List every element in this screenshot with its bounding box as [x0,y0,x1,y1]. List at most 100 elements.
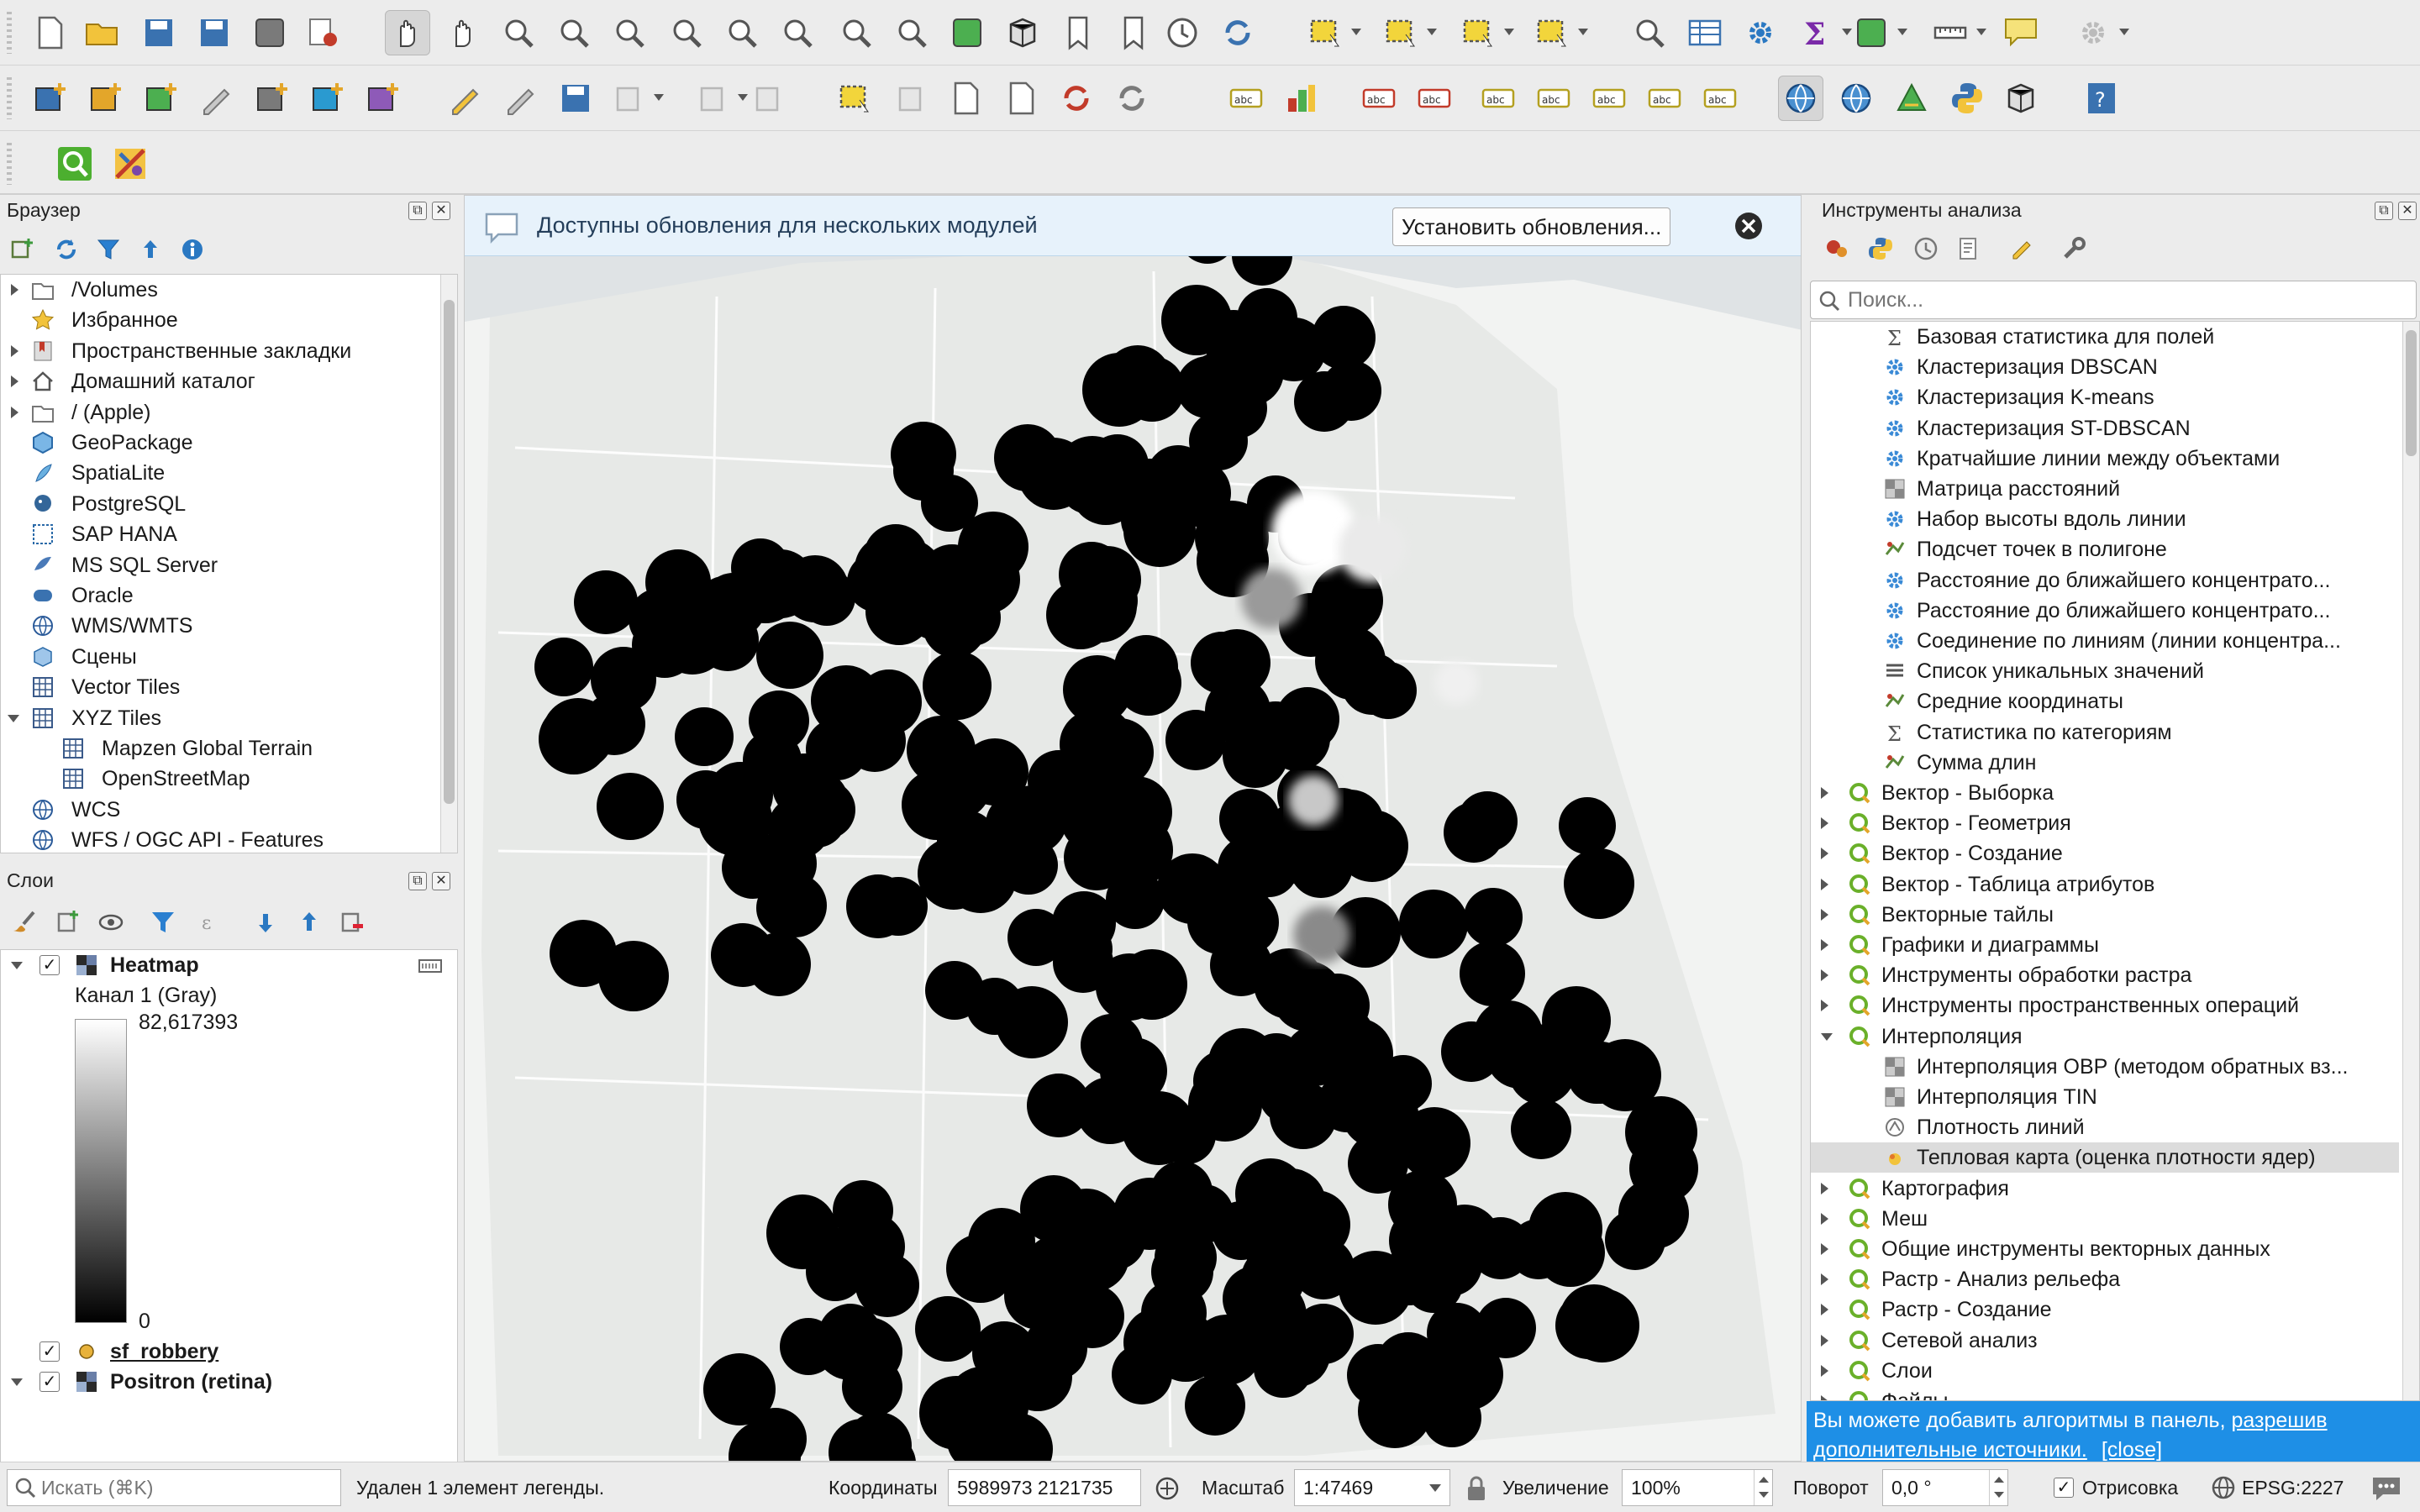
close-icon[interactable] [1733,211,1764,241]
processing-group[interactable]: Вектор - Создание [1811,838,2399,869]
info-close-link[interactable]: [close] [2102,1438,2162,1462]
chevron-down-icon[interactable] [1351,29,1361,35]
3d-icon[interactable] [1998,76,2044,121]
toolbar-grip[interactable] [7,12,12,54]
terrain-icon[interactable] [1889,76,1934,121]
edit-pencil-icon[interactable] [442,76,487,121]
chevron-right-icon[interactable] [1821,1212,1828,1225]
browser-item[interactable]: Vector Tiles [1,672,438,702]
browser-item[interactable]: SpatiaLite [1,458,438,488]
chevron-right-icon[interactable] [1821,1364,1828,1377]
save-edits-icon[interactable] [553,76,598,121]
crs-globe-icon[interactable] [2210,1474,2237,1501]
processing-algorithm[interactable]: Тепловая карта (оценка плотности ядер) [1811,1142,2399,1173]
annotation-icon[interactable] [1998,10,2044,55]
browser-tree[interactable]: /Volumes Избранное Пространственные заклад… [0,274,458,853]
toggle-edit-icon[interactable] [497,76,543,121]
processing-algorithm[interactable]: Расстояние до ближайшего концентрато... [1811,596,2399,626]
chevron-right-icon[interactable] [11,284,18,296]
processing-algorithm[interactable]: Σ Базовая статистика для полей [1811,322,2399,352]
layer-row-sf-robbery[interactable]: ✓ sf_robbery [1,1336,457,1367]
vertex-tool-icon[interactable] [689,76,734,121]
scroll-thumb[interactable] [444,300,455,804]
processing-group[interactable]: Сетевой анализ [1811,1326,2399,1356]
browser-item[interactable]: WMS/WMTS [1,611,438,641]
layer-row-positron[interactable]: ✓ Positron (retina) [1,1367,457,1397]
processing-group[interactable]: Графики и диаграммы [1811,930,2399,960]
pan-to-selection-icon[interactable] [440,10,486,55]
label-toolbar-icon[interactable]: abc [1697,76,1743,121]
models-icon[interactable] [1823,235,1850,262]
messages-icon[interactable] [2370,1474,2403,1503]
manage-visibility-icon[interactable] [97,909,124,936]
processing-algorithm[interactable]: Соединение по линиям (линии концентра... [1811,626,2399,656]
processing-algorithm[interactable]: Интерполяция TIN [1811,1082,2399,1112]
save-as-icon[interactable] [192,10,237,55]
processing-group[interactable]: Инструменты пространственных операций [1811,990,2399,1021]
chevron-right-icon[interactable] [1821,1395,1828,1400]
processing-group[interactable]: Растр - Анализ рельефа [1811,1264,2399,1294]
add-raster-icon[interactable] [82,76,128,121]
chevron-right-icon[interactable] [1821,817,1828,830]
chevron-down-icon[interactable] [654,94,664,101]
pan-icon[interactable] [385,10,430,55]
help-icon[interactable]: ? [2079,76,2124,121]
chevron-right-icon[interactable] [1821,1334,1828,1347]
cut-icon[interactable] [887,76,933,121]
python-scripts-icon[interactable] [1867,235,1894,262]
project-properties-icon[interactable] [247,10,292,55]
processing-group[interactable]: Векторные тайлы [1811,900,2399,930]
chevron-down-icon[interactable] [1897,29,1907,35]
label-abc-icon[interactable]: abc [1223,76,1269,121]
chevron-right-icon[interactable] [1821,939,1828,951]
save-project-icon[interactable] [136,10,182,55]
chevron-down-icon[interactable] [1821,1032,1833,1041]
chevron-right-icon[interactable] [1821,848,1828,860]
new-bookmark-icon[interactable] [1055,10,1101,55]
field-calculator-icon[interactable] [1849,10,1894,55]
scroll-thumb[interactable] [2406,330,2417,456]
chevron-down-icon[interactable] [1976,29,1986,35]
processing-algorithm[interactable]: Средние координаты [1811,686,2399,717]
select-features-icon[interactable] [1302,10,1348,55]
install-updates-button[interactable]: Установить обновления... [1392,207,1671,246]
modify-attributes-icon[interactable] [744,76,790,121]
panel-close-icon[interactable]: ✕ [432,202,450,220]
python-console-icon[interactable] [1944,76,1990,121]
coordinate-toggle-icon[interactable] [1153,1474,1181,1503]
zoom-last-icon[interactable] [834,10,879,55]
coordinates-field[interactable]: 5989973 2121735 [948,1469,1141,1506]
filter-icon[interactable] [96,237,121,262]
processing-group[interactable]: Инструменты обработки растра [1811,960,2399,990]
paste-icon[interactable] [998,76,1044,121]
panel-close-icon[interactable]: ✕ [2398,202,2417,220]
zoom-in-icon[interactable] [496,10,541,55]
chevron-right-icon[interactable] [11,375,18,388]
magnifier-spinner[interactable] [1754,1470,1772,1505]
chevron-down-icon[interactable] [1429,1484,1441,1492]
crs-button[interactable]: EPSG:2227 [2242,1477,2344,1499]
processing-algorithm[interactable]: Сумма длин [1811,748,2399,778]
processing-search-input[interactable] [1848,286,2402,313]
chevron-right-icon[interactable] [1821,1273,1828,1286]
browser-item[interactable]: PostgreSQL [1,489,438,519]
info-icon[interactable] [180,237,205,262]
style-brush-icon[interactable] [10,909,37,936]
processing-toolbox-icon[interactable] [1738,10,1783,55]
processing-group[interactable]: Общие инструменты векторных данных [1811,1234,2399,1264]
processing-search[interactable] [1810,281,2417,319]
browser-item[interactable]: MS SQL Server [1,550,438,580]
select-location-icon[interactable] [1529,10,1575,55]
chevron-down-icon[interactable] [8,714,19,722]
delete-selected-icon[interactable] [832,76,877,121]
refresh-icon[interactable] [54,237,79,262]
add-group-icon[interactable] [54,909,81,936]
processing-tree[interactable]: Σ Базовая статистика для полей Кластеризац… [1810,321,2420,1401]
layers-tree[interactable]: ✓ Heatmap Канал 1 (Gray) 82,617393 0 ✓ s… [0,949,458,1470]
digitize-icon[interactable] [193,76,239,121]
chevron-right-icon[interactable] [11,344,18,357]
rotation-field[interactable]: 0,0 ° [1882,1469,2008,1506]
processing-algorithm[interactable]: Кластеризация DBSCAN [1811,352,2399,382]
processing-group[interactable]: Растр - Создание [1811,1294,2399,1325]
browser-item[interactable]: / (Apple) [1,397,438,428]
